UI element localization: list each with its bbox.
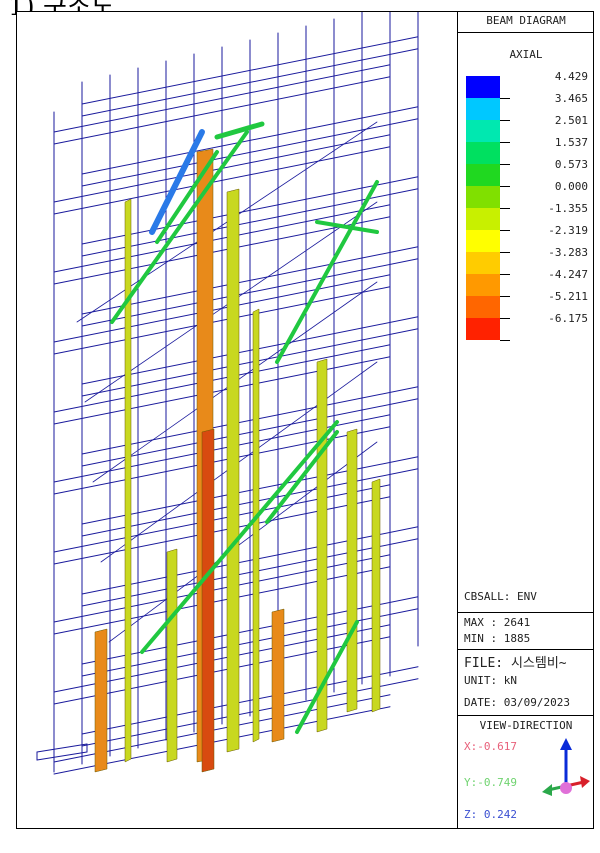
legend-tick	[500, 318, 510, 319]
legend-tick	[500, 296, 510, 297]
legend-label: 1.537	[554, 136, 588, 149]
legend-swatch	[466, 274, 500, 296]
legend-swatch	[466, 318, 500, 340]
diagram-frame: BEAM DIAGRAM AXIAL 4.429 3.465 2.501 1.537 0…	[16, 11, 594, 829]
legend-label: -1.355	[548, 202, 588, 215]
legend-swatch	[466, 142, 500, 164]
legend-swatch	[466, 230, 500, 252]
legend-tick	[500, 98, 510, 99]
legend-tick	[500, 186, 510, 187]
model-view[interactable]	[17, 12, 457, 828]
legend-tick	[500, 340, 510, 341]
legend-swatch	[466, 296, 500, 318]
axial-member	[201, 428, 215, 773]
panel-subtitle: AXIAL	[509, 48, 543, 61]
legend-swatch	[466, 98, 500, 120]
axial-member	[271, 608, 285, 743]
divider	[458, 32, 594, 33]
axis-triad-icon	[542, 738, 590, 796]
legend-tick	[500, 142, 510, 143]
legend-swatch	[466, 208, 500, 230]
view-direction-y: Y:-0.749	[464, 776, 517, 789]
legend-tick	[500, 120, 510, 121]
legend-swatch	[466, 120, 500, 142]
view-direction-x: X:-0.617	[464, 740, 517, 753]
brace-member	[214, 121, 265, 140]
legend-swatch	[466, 76, 500, 98]
max-value: MAX : 2641	[464, 616, 531, 629]
legend-label: -5.211	[548, 290, 588, 303]
panel-title: BEAM DIAGRAM	[486, 14, 566, 27]
legend-tick	[500, 164, 510, 165]
legend-swatch	[466, 252, 500, 274]
legend-tick	[500, 208, 510, 209]
legend-label: 0.573	[554, 158, 588, 171]
legend-label: 4.429	[554, 70, 588, 83]
legend-label: -4.247	[548, 268, 588, 281]
divider	[458, 649, 594, 650]
axial-member	[226, 188, 240, 753]
axial-member	[94, 628, 108, 773]
file-name: FILE: 시스템비~	[464, 656, 567, 671]
legend-label: 3.465	[554, 92, 588, 105]
view-direction-title: VIEW-DIRECTION	[479, 719, 573, 732]
date: DATE: 03/09/2023	[464, 696, 570, 709]
min-value: MIN : 1885	[464, 632, 531, 645]
info-panel: BEAM DIAGRAM AXIAL 4.429 3.465 2.501 1.537 0…	[457, 12, 594, 828]
legend-label: -6.175	[548, 312, 588, 325]
axial-member	[166, 548, 178, 763]
legend-swatch	[466, 186, 500, 208]
legend-label: 0.000	[554, 180, 588, 193]
legend-label: -3.283	[548, 246, 588, 259]
footing-symbol	[36, 743, 88, 761]
legend-tick	[500, 230, 510, 231]
brace-line	[108, 441, 378, 643]
load-case: CBSALL: ENV	[464, 590, 537, 603]
legend-label: -2.319	[548, 224, 588, 237]
legend-label: 2.501	[554, 114, 588, 127]
view-direction-z: Z: 0.242	[464, 808, 517, 821]
axial-member	[252, 308, 260, 743]
divider	[458, 612, 594, 613]
axial-member	[124, 198, 132, 763]
axial-member	[371, 478, 381, 713]
footing-line	[36, 751, 88, 761]
legend-tick	[500, 252, 510, 253]
unit: UNIT: kN	[464, 674, 517, 687]
legend-tick	[500, 274, 510, 275]
divider	[458, 715, 594, 716]
footing-line	[36, 743, 88, 753]
legend-swatch	[466, 164, 500, 186]
axial-member	[346, 428, 358, 713]
brace-member	[315, 220, 379, 234]
